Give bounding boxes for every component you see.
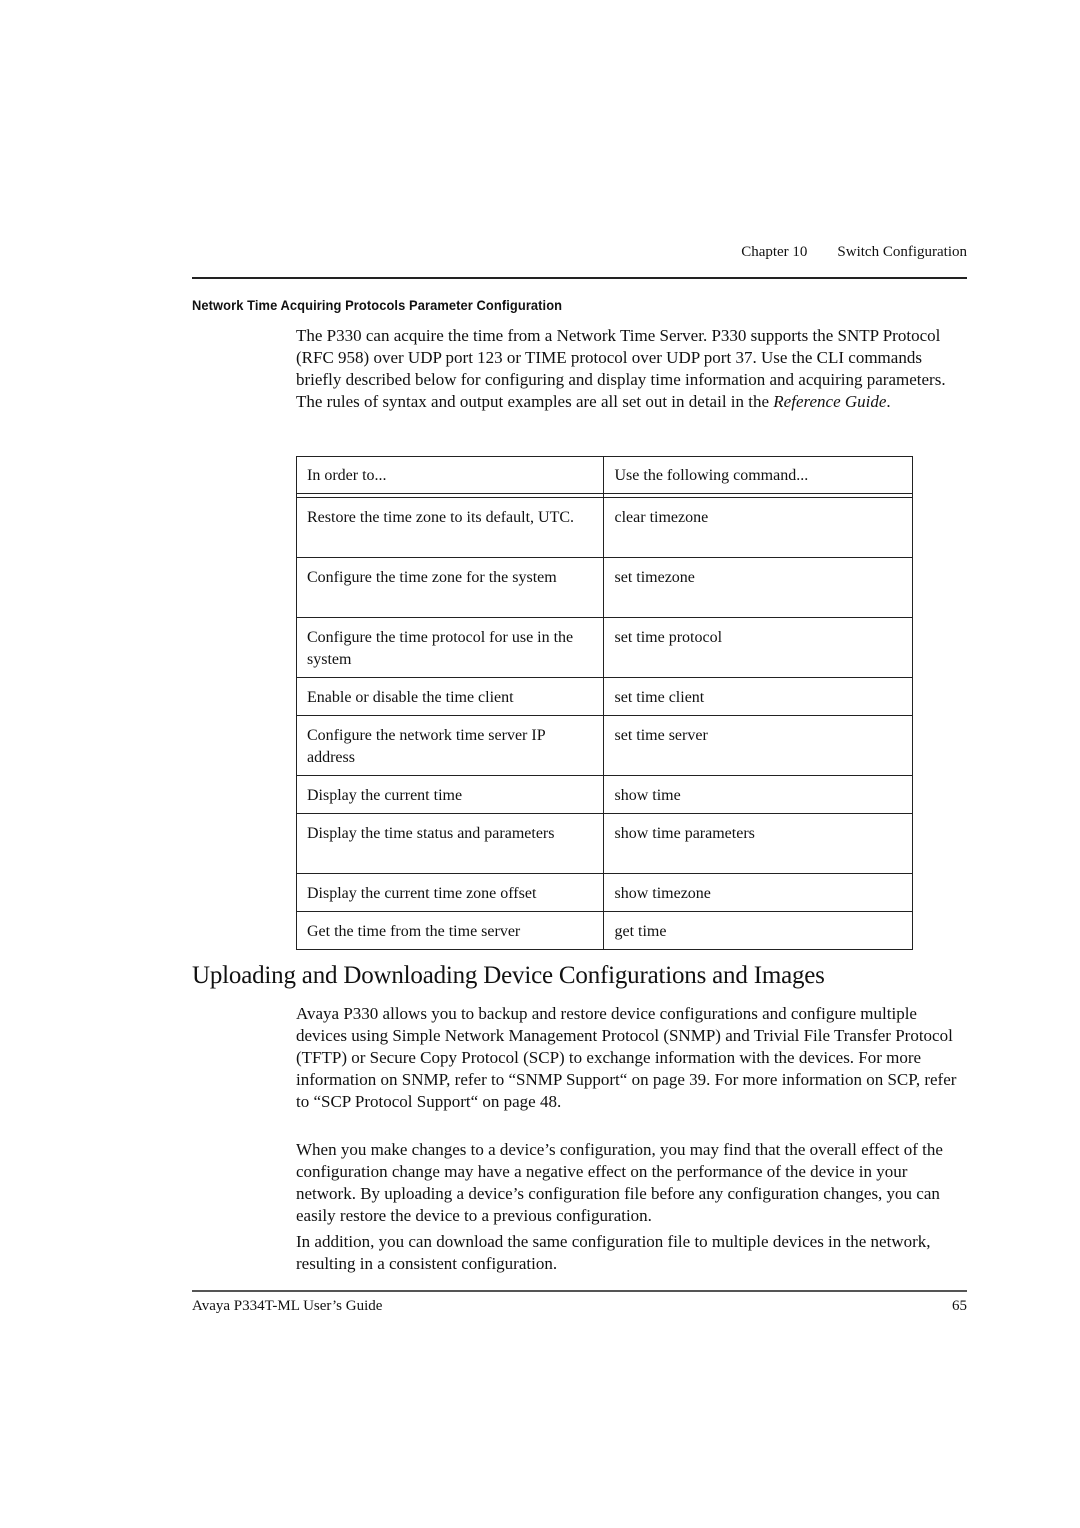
command-cell: clear timezone <box>603 497 913 558</box>
command-cell: show timezone <box>603 873 913 912</box>
purpose-cell: Get the time from the time server <box>295 911 605 950</box>
command-cell: show time parameters <box>603 813 913 874</box>
body-paragraph: Avaya P330 allows you to backup and rest… <box>296 1004 957 1111</box>
table-row: Enable or disable the time client set ti… <box>295 677 913 716</box>
purpose-cell: Configure the time protocol for use in t… <box>295 617 605 678</box>
column-header-purpose: In order to... <box>295 456 605 494</box>
command-cell: set time client <box>603 677 913 716</box>
section-heading: Uploading and Downloading Device Configu… <box>192 962 825 989</box>
command-cell: set time protocol <box>603 617 913 678</box>
body-paragraph: When you make changes to a device’s conf… <box>296 1140 943 1225</box>
column-header-command: Use the following command... <box>603 456 913 494</box>
purpose-cell: Display the current time <box>295 775 605 814</box>
intro-paragraph: The P330 can acquire the time from a Net… <box>296 325 968 413</box>
table-row: Display the time status and parameters s… <box>295 813 913 874</box>
purpose-cell: Display the current time zone offset <box>295 873 605 912</box>
page-number: 65 <box>952 1298 967 1314</box>
command-cell: show time <box>603 775 913 814</box>
running-head: Chapter 10 Switch Configuration <box>741 244 967 261</box>
table-row: Configure the network time server IP add… <box>295 715 913 776</box>
purpose-cell: Configure the time zone for the system <box>295 557 605 618</box>
purpose-cell: Display the time status and parameters <box>295 813 605 874</box>
command-cell: set timezone <box>603 557 913 618</box>
subsection-heading: Network Time Acquiring Protocols Paramet… <box>192 297 563 313</box>
chapter-title: Switch Configuration <box>837 244 967 260</box>
command-table: In order to... Use the following command… <box>295 456 913 950</box>
purpose-cell: Enable or disable the time client <box>295 677 605 716</box>
table-header-row: In order to... Use the following command… <box>295 456 913 494</box>
footer-rule <box>192 1290 967 1292</box>
table-row: Restore the time zone to its default, UT… <box>295 497 913 558</box>
table-row: Configure the time zone for the system s… <box>295 557 913 618</box>
table-row: Display the current time show time <box>295 775 913 814</box>
table-row: Display the current time zone offset sho… <box>295 873 913 912</box>
reference-guide-title: Reference Guide <box>773 392 887 411</box>
command-cell: set time server <box>603 715 913 776</box>
purpose-cell: Configure the network time server IP add… <box>295 715 605 776</box>
intro-text-end: . <box>886 392 891 411</box>
footer-guide-title: Avaya P334T-ML User’s Guide <box>192 1298 383 1314</box>
table-row: Configure the time protocol for use in t… <box>295 617 913 678</box>
chapter-label: Chapter 10 <box>741 244 808 260</box>
command-cell: get time <box>603 911 913 950</box>
purpose-cell: Restore the time zone to its default, UT… <box>295 497 605 558</box>
body-paragraph: In addition, you can download the same c… <box>296 1232 931 1273</box>
table-row: Get the time from the time server get ti… <box>295 911 913 950</box>
header-rule <box>192 277 967 279</box>
